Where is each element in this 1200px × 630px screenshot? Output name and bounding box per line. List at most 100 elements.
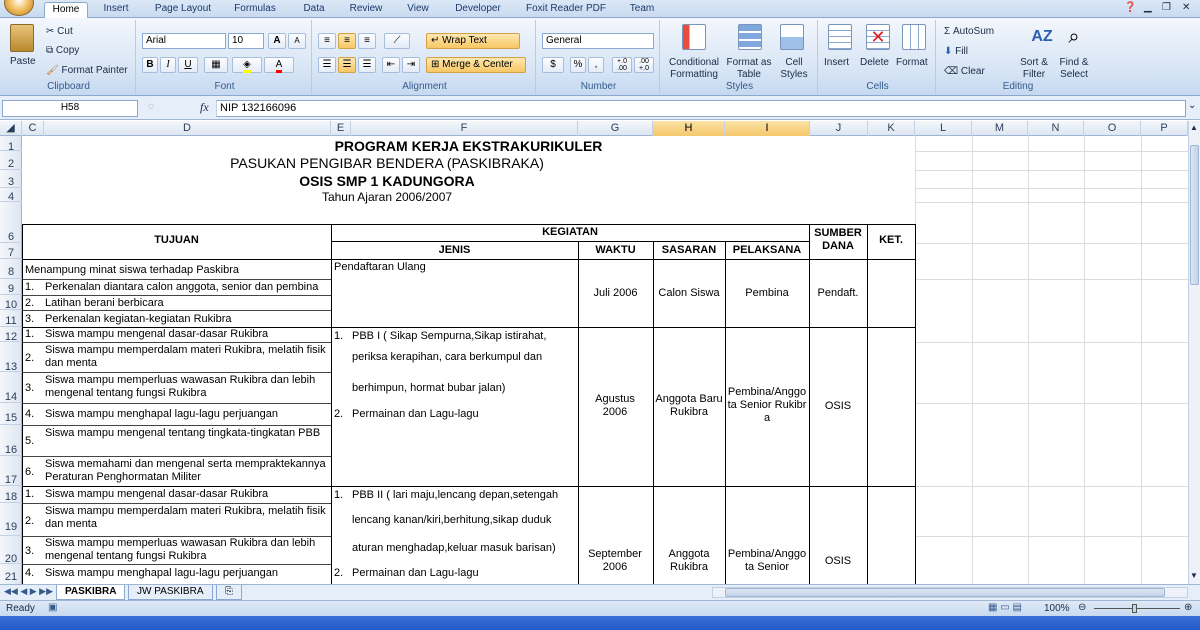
row-header[interactable]: 7 <box>0 243 22 259</box>
row-header[interactable]: 21 <box>0 564 22 584</box>
row-header[interactable]: 6 <box>0 226 22 243</box>
column-header[interactable]: P <box>1141 121 1188 136</box>
horizontal-scrollbar[interactable] <box>712 587 1188 598</box>
row-header[interactable]: 17 <box>0 456 22 486</box>
tab-formulas[interactable]: Formulas <box>228 2 282 18</box>
sheet-tab[interactable]: JW PASKIBRA <box>128 585 213 600</box>
wrap-text-button[interactable]: ↵ Wrap Text <box>426 33 520 49</box>
scroll-up-icon[interactable]: ▲ <box>1190 123 1198 132</box>
align-right-button[interactable]: ☰ <box>358 57 376 73</box>
row-header[interactable]: 9 <box>0 279 22 295</box>
row-header[interactable]: 20 <box>0 536 22 565</box>
bold-button[interactable]: B <box>142 57 158 73</box>
cut-button[interactable]: ✂ Cut <box>46 26 73 37</box>
fx-button[interactable]: fx <box>200 100 209 115</box>
select-all-corner[interactable]: ◢ <box>0 121 22 136</box>
formula-expand-icon[interactable]: ◌ <box>148 101 154 112</box>
font-name-select[interactable]: Arial <box>142 33 226 49</box>
tab-view[interactable]: View <box>400 2 436 18</box>
number-format-select[interactable]: General <box>542 33 654 49</box>
shrink-font-button[interactable]: A <box>288 33 306 49</box>
tab-team[interactable]: Team <box>624 2 660 18</box>
merge-center-button[interactable]: ⊞ Merge & Center <box>426 57 526 73</box>
column-header-selected[interactable]: I <box>725 121 810 136</box>
align-bottom-button[interactable]: ≡ <box>358 33 376 49</box>
tab-insert[interactable]: Insert <box>96 2 136 18</box>
row-header[interactable]: 3 <box>0 170 22 188</box>
currency-button[interactable]: $ <box>542 57 564 73</box>
decrease-indent-button[interactable]: ⇤ <box>382 57 400 73</box>
row-header[interactable]: 15 <box>0 403 22 425</box>
column-header[interactable]: O <box>1084 121 1141 136</box>
horizontal-scroll-thumb[interactable] <box>725 588 1165 597</box>
paste-button[interactable]: Paste <box>10 56 36 67</box>
zoom-slider-thumb[interactable] <box>1132 604 1137 613</box>
formula-bar-expand-icon[interactable]: ⌄ <box>1188 100 1196 111</box>
align-left-button[interactable]: ☰ <box>318 57 336 73</box>
row-header[interactable]: 2 <box>0 151 22 170</box>
zoom-out-icon[interactable]: ⊖ <box>1078 602 1086 613</box>
zoom-level[interactable]: 100% <box>1044 603 1070 614</box>
column-header[interactable]: F <box>351 121 578 136</box>
row-header[interactable]: 14 <box>0 372 22 403</box>
column-header[interactable]: C <box>22 121 44 136</box>
zoom-slider[interactable] <box>1094 608 1180 609</box>
scroll-down-icon[interactable]: ▼ <box>1190 571 1198 580</box>
column-header[interactable]: D <box>44 121 331 136</box>
row-header[interactable]: 4 <box>0 188 22 203</box>
column-header[interactable]: K <box>868 121 915 136</box>
close-icon[interactable]: ✕ <box>1182 2 1190 13</box>
clear-button[interactable]: ⌫ Clear <box>944 66 985 77</box>
fill-button[interactable]: ⬇ Fill <box>944 46 968 57</box>
font-color-button[interactable]: A <box>264 57 294 73</box>
view-normal-icon[interactable]: ▦ ▭ ▤ <box>988 602 1022 613</box>
copy-button[interactable]: ⧉ Copy <box>46 45 79 56</box>
column-header[interactable]: M <box>972 121 1028 136</box>
increase-decimal-button[interactable]: +.0 .00 <box>612 57 632 73</box>
tab-foxit[interactable]: Foxit Reader PDF <box>520 2 612 18</box>
tab-data[interactable]: Data <box>296 2 332 18</box>
orientation-button[interactable]: ⟋ <box>384 33 410 49</box>
row-header[interactable]: 12 <box>0 327 22 343</box>
cell-styles-button[interactable]: Cell Styles <box>774 57 814 81</box>
macro-record-icon[interactable]: ▣ <box>48 602 57 613</box>
worksheet-grid[interactable]: PROGRAM KERJA EKSTRAKURIKULER PASUKAN PE… <box>22 136 1188 584</box>
scroll-thumb[interactable] <box>1190 145 1199 285</box>
format-as-table-button[interactable]: Format as Table <box>724 57 774 81</box>
format-button[interactable]: Format <box>896 57 928 68</box>
tab-page-layout[interactable]: Page Layout <box>148 2 218 18</box>
fill-color-button[interactable]: ◈ <box>232 57 262 73</box>
borders-button[interactable]: ▦ <box>204 57 228 73</box>
decrease-decimal-button[interactable]: .00 +.0 <box>634 57 654 73</box>
autosum-button[interactable]: Σ AutoSum <box>944 26 994 37</box>
vertical-scrollbar[interactable]: ▲ ▼ <box>1188 121 1200 584</box>
insert-button[interactable]: Insert <box>824 57 849 68</box>
percent-button[interactable]: % <box>570 57 586 73</box>
conditional-formatting-button[interactable]: Conditional Formatting <box>664 57 724 81</box>
row-header[interactable]: 19 <box>0 503 22 536</box>
row-header[interactable]: 16 <box>0 425 22 456</box>
tab-review[interactable]: Review <box>344 2 388 18</box>
column-header[interactable]: N <box>1028 121 1084 136</box>
zoom-in-icon[interactable]: ⊕ <box>1184 602 1192 613</box>
font-size-select[interactable]: 10 <box>228 33 264 49</box>
column-header[interactable]: L <box>915 121 972 136</box>
minimize-icon[interactable]: ▁ <box>1144 2 1152 13</box>
align-center-button[interactable]: ☰ <box>338 57 356 73</box>
row-header[interactable]: 13 <box>0 342 22 373</box>
row-header[interactable]: 11 <box>0 310 22 327</box>
increase-indent-button[interactable]: ⇥ <box>402 57 420 73</box>
align-top-button[interactable]: ≡ <box>318 33 336 49</box>
underline-button[interactable]: U <box>178 57 198 73</box>
row-header[interactable]: 8 <box>0 259 22 279</box>
italic-button[interactable]: I <box>160 57 176 73</box>
column-header[interactable]: J <box>810 121 868 136</box>
restore-icon[interactable]: ❐ <box>1162 2 1171 13</box>
comma-button[interactable]: , <box>588 57 604 73</box>
sheet-tab-active[interactable]: PASKIBRA <box>56 585 126 600</box>
find-select-button[interactable]: Find & Select <box>1054 57 1094 81</box>
tab-home[interactable]: Home <box>44 2 88 18</box>
sort-filter-button[interactable]: Sort & Filter <box>1016 57 1052 81</box>
formula-input[interactable]: NIP 132166096 <box>216 100 1186 117</box>
help-icon[interactable]: ❓ <box>1124 2 1136 13</box>
